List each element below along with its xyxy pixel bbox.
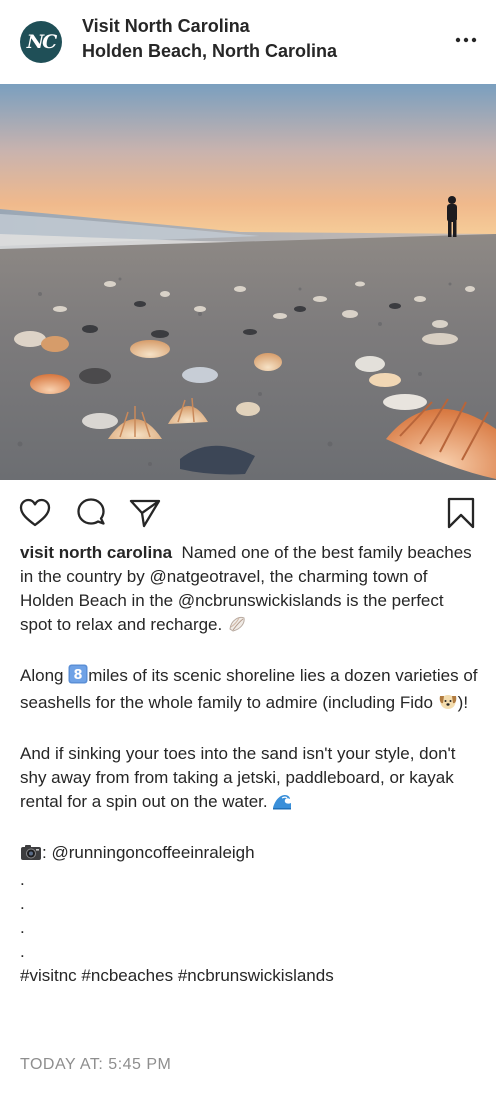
account-name[interactable]: Visit North Carolina	[82, 16, 250, 37]
caption-text-2b: miles of its scenic shoreline lies a doz…	[20, 666, 478, 712]
water-wave-icon	[272, 792, 292, 817]
camera-icon	[20, 843, 42, 868]
caption-paragraph-2: Along 8 miles of its scenic shoreline lie…	[20, 664, 480, 718]
caption-username[interactable]: visit north carolina	[20, 543, 172, 562]
like-button[interactable]	[18, 496, 52, 530]
caption-text-2a: Along	[20, 666, 64, 685]
share-button[interactable]	[128, 496, 162, 530]
caption-paragraph-1: visit north carolina Named one of the be…	[20, 541, 480, 640]
credit-text[interactable]: : @runningoncoffeeinraleigh	[42, 843, 255, 862]
svg-text:8: 8	[74, 668, 83, 683]
heart-icon	[19, 498, 51, 527]
hashtags[interactable]: #visitnc #ncbeaches #ncbrunswickislands	[20, 964, 480, 988]
comment-button[interactable]	[74, 496, 108, 530]
keycap-8-icon: 8	[68, 664, 88, 691]
avatar[interactable]: NC	[20, 21, 62, 63]
save-button[interactable]	[444, 496, 478, 530]
action-bar	[0, 480, 496, 542]
post-caption: visit north carolina Named one of the be…	[20, 541, 480, 988]
location-link[interactable]: Holden Beach, North Carolina	[82, 41, 337, 62]
dot-line: .	[20, 942, 25, 961]
dot-line: .	[20, 894, 25, 913]
dog-face-icon	[438, 691, 458, 718]
post-header: NC Visit North Carolina Holden Beach, No…	[0, 0, 496, 84]
caption-paragraph-3: And if sinking your toes into the sand i…	[20, 742, 480, 817]
shell-emoji-icon	[227, 615, 247, 640]
beach-photo	[0, 84, 496, 480]
bookmark-icon	[447, 497, 475, 529]
comment-icon	[77, 498, 105, 525]
caption-text-2c: )!	[457, 693, 469, 712]
post-timestamp: TODAY AT: 5:45 PM	[20, 1056, 172, 1073]
dot-line: .	[20, 918, 25, 937]
avatar-logo-text: NC	[26, 31, 57, 53]
post-photo[interactable]	[0, 84, 496, 480]
photo-credit: : @runningoncoffeeinraleigh	[20, 841, 480, 868]
more-options-button[interactable]	[452, 30, 480, 50]
caption-text-3: And if sinking your toes into the sand i…	[20, 744, 456, 811]
dot-line: .	[20, 870, 25, 889]
ellipsis-icon	[455, 37, 477, 43]
send-icon	[129, 499, 161, 528]
